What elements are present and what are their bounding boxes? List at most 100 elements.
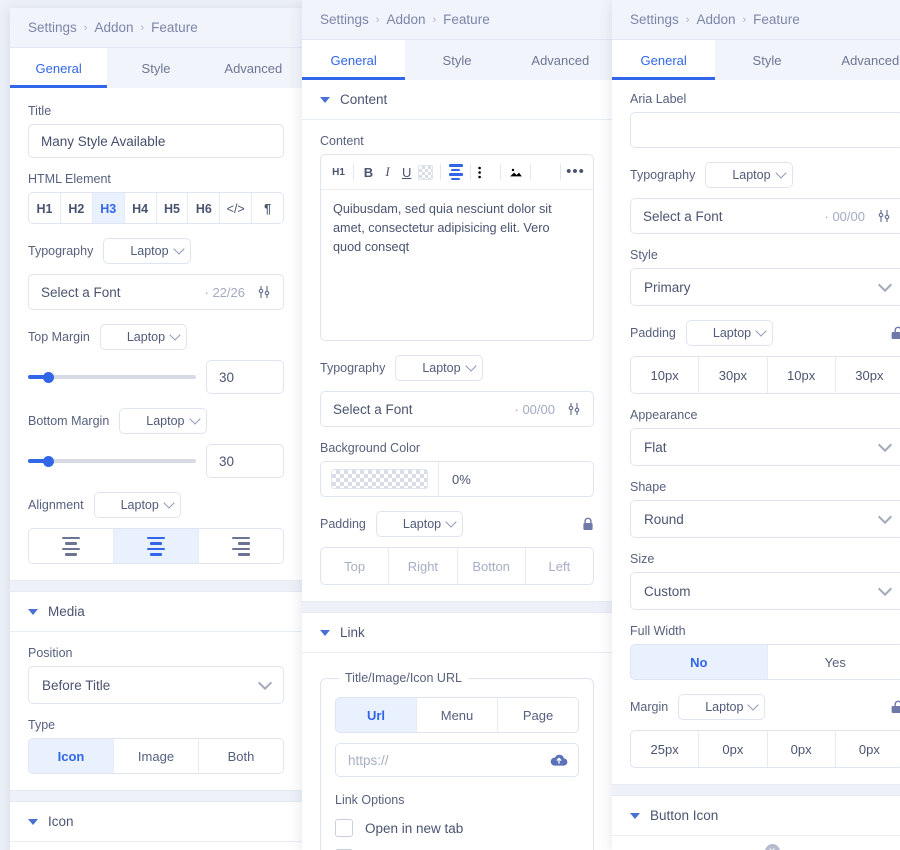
type-option-icon[interactable]: Icon — [29, 739, 114, 773]
style-select[interactable]: Primary — [630, 268, 900, 306]
bold-icon[interactable]: B — [359, 161, 378, 183]
bullet-list-icon[interactable] — [476, 161, 495, 183]
padding-top-input[interactable]: 10px — [631, 357, 700, 393]
slider-thumb[interactable] — [43, 455, 55, 467]
align-left-button[interactable] — [29, 529, 114, 563]
content-section-header[interactable]: Content — [302, 80, 612, 120]
breadcrumb-item-addon[interactable]: Addon — [386, 12, 425, 27]
breadcrumb-item-feature[interactable]: Feature — [151, 20, 198, 35]
margin-bottom-input[interactable]: 0px — [768, 731, 836, 767]
align-right-button[interactable] — [199, 529, 283, 563]
content-textarea[interactable]: Quibusdam, sed quia nesciunt dolor sit a… — [321, 190, 593, 340]
heading-icon[interactable]: H1 — [329, 161, 348, 183]
padding-right-input[interactable]: Right — [389, 548, 458, 584]
margin-top-input[interactable]: 25px — [631, 731, 700, 767]
margin-left-input[interactable]: 0px — [836, 731, 900, 767]
html-element-h4[interactable]: H4 — [124, 193, 157, 223]
breadcrumb-item-feature[interactable]: Feature — [443, 12, 490, 27]
link-icon[interactable] — [536, 161, 555, 183]
html-element-h2[interactable]: H2 — [60, 193, 93, 223]
link-section-header[interactable]: Link — [302, 613, 612, 653]
typography-device-selector[interactable]: Laptop — [395, 355, 483, 381]
full-width-no[interactable]: No — [631, 645, 768, 679]
type-option-image[interactable]: Image — [114, 739, 199, 773]
appearance-select[interactable]: Flat — [630, 428, 900, 466]
padding-right-input[interactable]: 30px — [699, 357, 768, 393]
shape-select[interactable]: Round — [630, 500, 900, 538]
padding-left-input[interactable]: 30px — [836, 357, 900, 393]
checkbox-icon[interactable] — [335, 819, 353, 837]
margin-lock-button[interactable] — [891, 700, 900, 714]
icon-section-header[interactable]: Icon — [10, 802, 302, 842]
tab-advanced[interactable]: Advanced — [204, 48, 302, 88]
tab-style[interactable]: Style — [405, 40, 509, 80]
link-url-input[interactable]: https:// — [335, 743, 579, 777]
padding-lock-button[interactable] — [582, 517, 594, 531]
tab-general[interactable]: General — [302, 40, 406, 80]
aria-label-input[interactable] — [630, 112, 900, 148]
padding-top-input[interactable]: Top — [321, 548, 390, 584]
breadcrumb-item-settings[interactable]: Settings — [320, 12, 369, 27]
padding-left-input[interactable]: Left — [526, 548, 593, 584]
sliders-icon[interactable] — [567, 402, 581, 416]
image-icon[interactable] — [506, 161, 525, 183]
padding-bottom-input[interactable]: Botton — [458, 548, 526, 584]
typography-font-picker[interactable]: Select a Font · 22/26 — [28, 274, 284, 310]
color-opacity-value[interactable]: 0% — [439, 462, 593, 496]
type-option-both[interactable]: Both — [199, 739, 283, 773]
position-select[interactable]: Before Title — [28, 666, 284, 704]
html-element-h3[interactable]: H3 — [92, 193, 125, 223]
slider-thumb[interactable] — [43, 371, 55, 383]
bottom-margin-input[interactable]: 30 — [206, 444, 284, 478]
breadcrumb-item-addon[interactable]: Addon — [696, 12, 735, 27]
breadcrumb-item-addon[interactable]: Addon — [94, 20, 133, 35]
top-margin-device-selector[interactable]: Laptop — [99, 324, 188, 350]
tab-advanced[interactable]: Advanced — [508, 40, 612, 80]
typography-device-selector[interactable]: Laptop — [705, 162, 793, 188]
rich-text-editor[interactable]: H1 B I U ••• Quibusdam, sed quia nesciun… — [320, 154, 594, 341]
breadcrumb-item-feature[interactable]: Feature — [753, 12, 800, 27]
sliders-icon[interactable] — [257, 285, 271, 299]
size-select[interactable]: Custom — [630, 572, 900, 610]
tab-advanced[interactable]: Advanced — [818, 40, 900, 80]
html-element-h5[interactable]: H5 — [156, 193, 189, 223]
link-type-page[interactable]: Page — [498, 698, 578, 732]
button-icon-section-header[interactable]: Button Icon — [612, 796, 900, 836]
tab-style[interactable]: Style — [715, 40, 819, 80]
html-element-h1[interactable]: H1 — [29, 193, 61, 223]
alignment-device-selector[interactable]: Laptop — [93, 492, 181, 518]
tab-general[interactable]: General — [612, 40, 716, 80]
link-type-menu[interactable]: Menu — [417, 698, 498, 732]
title-input[interactable]: Many Style Available — [28, 124, 284, 158]
typography-font-picker[interactable]: Select a Font · 00/00 — [630, 198, 900, 234]
typography-font-picker[interactable]: Select a Font · 00/00 — [320, 391, 594, 427]
padding-device-selector[interactable]: Laptop — [685, 320, 774, 346]
full-width-yes[interactable]: Yes — [767, 645, 900, 679]
align-center-button[interactable] — [114, 529, 199, 563]
padding-device-selector[interactable]: Laptop — [375, 511, 464, 537]
padding-bottom-input[interactable]: 10px — [768, 357, 836, 393]
cloud-upload-icon[interactable] — [550, 753, 568, 767]
color-swatch-button[interactable] — [321, 462, 439, 496]
media-section-header[interactable]: Media — [10, 592, 302, 632]
italic-icon[interactable]: I — [378, 161, 397, 183]
underline-icon[interactable]: U — [397, 161, 416, 183]
margin-device-selector[interactable]: Laptop — [678, 694, 766, 720]
link-type-url[interactable]: Url — [336, 698, 417, 732]
breadcrumb-item-settings[interactable]: Settings — [630, 12, 679, 27]
tab-general[interactable]: General — [10, 48, 108, 88]
remove-icon-badge[interactable]: ✕ — [764, 844, 780, 850]
padding-lock-button[interactable] — [891, 326, 900, 340]
tab-style[interactable]: Style — [107, 48, 205, 88]
top-margin-slider[interactable] — [28, 369, 196, 385]
text-color-swatch-icon[interactable] — [416, 161, 435, 183]
typography-device-selector[interactable]: Laptop — [103, 238, 191, 264]
more-options-icon[interactable]: ••• — [566, 161, 585, 183]
breadcrumb-item-settings[interactable]: Settings — [28, 20, 77, 35]
align-left-icon[interactable] — [446, 161, 465, 183]
bottom-margin-device-selector[interactable]: Laptop — [119, 408, 207, 434]
html-element-h6[interactable]: H6 — [188, 193, 221, 223]
margin-right-input[interactable]: 0px — [699, 731, 768, 767]
link-option-new-tab[interactable]: Open in new tab — [335, 819, 579, 837]
sliders-icon[interactable] — [877, 209, 891, 223]
